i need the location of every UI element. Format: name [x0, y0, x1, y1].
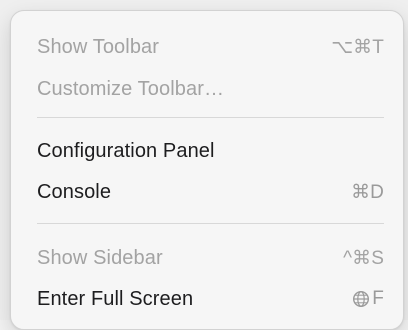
- menu-item-shortcut: F: [352, 288, 384, 310]
- shortcut-key: F: [372, 288, 384, 309]
- menu-item-label: Console: [37, 180, 112, 203]
- menu-item-show-toolbar[interactable]: Show Toolbar ⌥⌘T: [11, 29, 403, 65]
- menu-item-shortcut: ^⌘S: [343, 247, 384, 269]
- menu-item-enter-full-screen[interactable]: Enter Full Screen F: [11, 281, 403, 317]
- menu-item-console[interactable]: Console ⌘D: [11, 174, 403, 210]
- menu-item-label: Show Sidebar: [37, 246, 163, 269]
- menu-item-shortcut: ⌥⌘T: [331, 36, 384, 58]
- menu-item-label: Show Toolbar: [37, 35, 160, 58]
- menu-item-shortcut: ⌘D: [351, 181, 384, 203]
- menu-item-show-sidebar[interactable]: Show Sidebar ^⌘S: [11, 240, 403, 276]
- menu-separator: [37, 223, 384, 224]
- menu-item-label: Enter Full Screen: [37, 287, 194, 310]
- view-menu: Show Toolbar ⌥⌘T Customize Toolbar… Conf…: [10, 10, 404, 330]
- menu-item-configuration-panel[interactable]: Configuration Panel: [11, 133, 403, 169]
- menu-item-customize-toolbar[interactable]: Customize Toolbar…: [11, 71, 403, 107]
- menu-separator: [37, 117, 384, 118]
- menu-item-label: Customize Toolbar…: [37, 77, 225, 100]
- menu-item-label: Configuration Panel: [37, 139, 215, 162]
- globe-icon: [352, 290, 370, 308]
